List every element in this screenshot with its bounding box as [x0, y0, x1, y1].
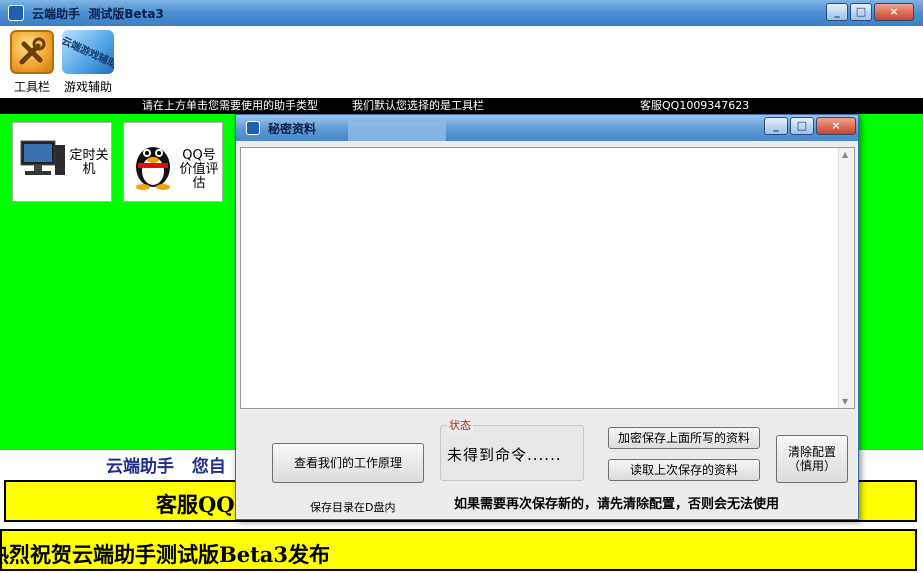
game-assist-icon: 云端游戏辅助	[62, 30, 114, 74]
info-default-note: 我们默认您选择的是工具栏	[352, 99, 484, 112]
dialog-maximize-button[interactable]: □	[790, 117, 814, 135]
computer-icon	[20, 140, 65, 175]
scroll-up-icon[interactable]: ▲	[842, 150, 848, 159]
warning-text: 如果需要再次保存新的，请先清除配置，否则会无法使用	[454, 497, 780, 512]
dialog-minimize-button[interactable]: _	[764, 117, 788, 135]
toolbar-item-label: 游戏辅助	[63, 80, 112, 94]
status-legend: 状态	[447, 417, 473, 433]
release-banner: 热烈祝贺云端助手测试版Beta3发布	[0, 529, 917, 571]
clear-config-button[interactable]: 清除配置 （慎用）	[776, 435, 848, 483]
dialog-close-button[interactable]: ×	[816, 117, 856, 135]
main-window-title: 云端助手 测试版Beta3	[32, 7, 164, 21]
main-title-bar[interactable]: 云端助手 测试版Beta3 _ □ ×	[0, 0, 923, 26]
toolbar-item-game-assist[interactable]: 云端游戏辅助 游戏辅助	[62, 30, 114, 96]
text-scrollbar[interactable]: ▲ ▼	[838, 148, 854, 408]
qq-penguin-icon	[136, 147, 170, 190]
save-directory-note: 保存目录在D盘内	[310, 501, 396, 514]
toolbar-item-tools[interactable]: 工具栏	[6, 30, 58, 96]
toolbar-item-label: 工具栏	[13, 80, 50, 94]
desktop: 云端助手 测试版Beta3 _ □ × 工具栏 云端游戏辅助 游戏辅助 请在上方…	[0, 0, 923, 573]
tile-label: 定时关机	[69, 148, 109, 177]
app-cloud-icon	[8, 5, 24, 21]
game-assist-image-text: 云端游戏辅助	[62, 35, 114, 71]
release-banner-text: 热烈祝贺云端助手测试版Beta3发布	[0, 542, 331, 567]
minimize-button[interactable]: _	[826, 3, 848, 21]
toolbar: 工具栏 云端游戏辅助 游戏辅助	[0, 26, 923, 98]
scroll-down-icon[interactable]: ▼	[842, 397, 848, 406]
welcome-text: 云端助手 您自	[106, 457, 226, 477]
dialog-title-bar[interactable]: 秘密资料 _ □ ×	[236, 115, 858, 141]
close-button[interactable]: ×	[874, 3, 914, 21]
secret-text-area[interactable]	[240, 147, 855, 409]
dialog-title: 秘密资料	[268, 122, 317, 136]
view-principle-button[interactable]: 查看我们的工作原理	[272, 443, 424, 483]
encrypt-save-button[interactable]: 加密保存上面所写的资料	[608, 427, 760, 449]
maximize-button[interactable]: □	[850, 3, 872, 21]
read-last-saved-button[interactable]: 读取上次保存的资料	[608, 459, 760, 481]
info-hint: 请在上方单击您需要使用的助手类型	[142, 99, 318, 112]
dialog-body: ▲ ▼ 查看我们的工作原理 状态 未得到命令...... 加密保存上面所写的资料…	[238, 141, 856, 517]
dialog-title-tab	[348, 121, 446, 141]
dialog-cloud-icon	[246, 121, 260, 135]
info-bar: 请在上方单击您需要使用的助手类型 我们默认您选择的是工具栏 客服QQ100934…	[0, 98, 923, 114]
tile-timed-shutdown[interactable]: 定时关机	[12, 122, 112, 202]
tile-qq-value[interactable]: QQ号价值评估	[123, 122, 223, 202]
status-group: 状态 未得到命令......	[440, 417, 584, 481]
status-value: 未得到命令......	[447, 446, 562, 464]
tools-icon	[10, 30, 54, 74]
info-service-qq: 客服QQ1009347623	[640, 99, 750, 112]
tile-label: QQ号价值评估	[179, 148, 219, 191]
secret-data-dialog: 秘密资料 _ □ × ▲ ▼ 查看我们的工作原理 状态 未得到命令...... …	[235, 114, 859, 520]
